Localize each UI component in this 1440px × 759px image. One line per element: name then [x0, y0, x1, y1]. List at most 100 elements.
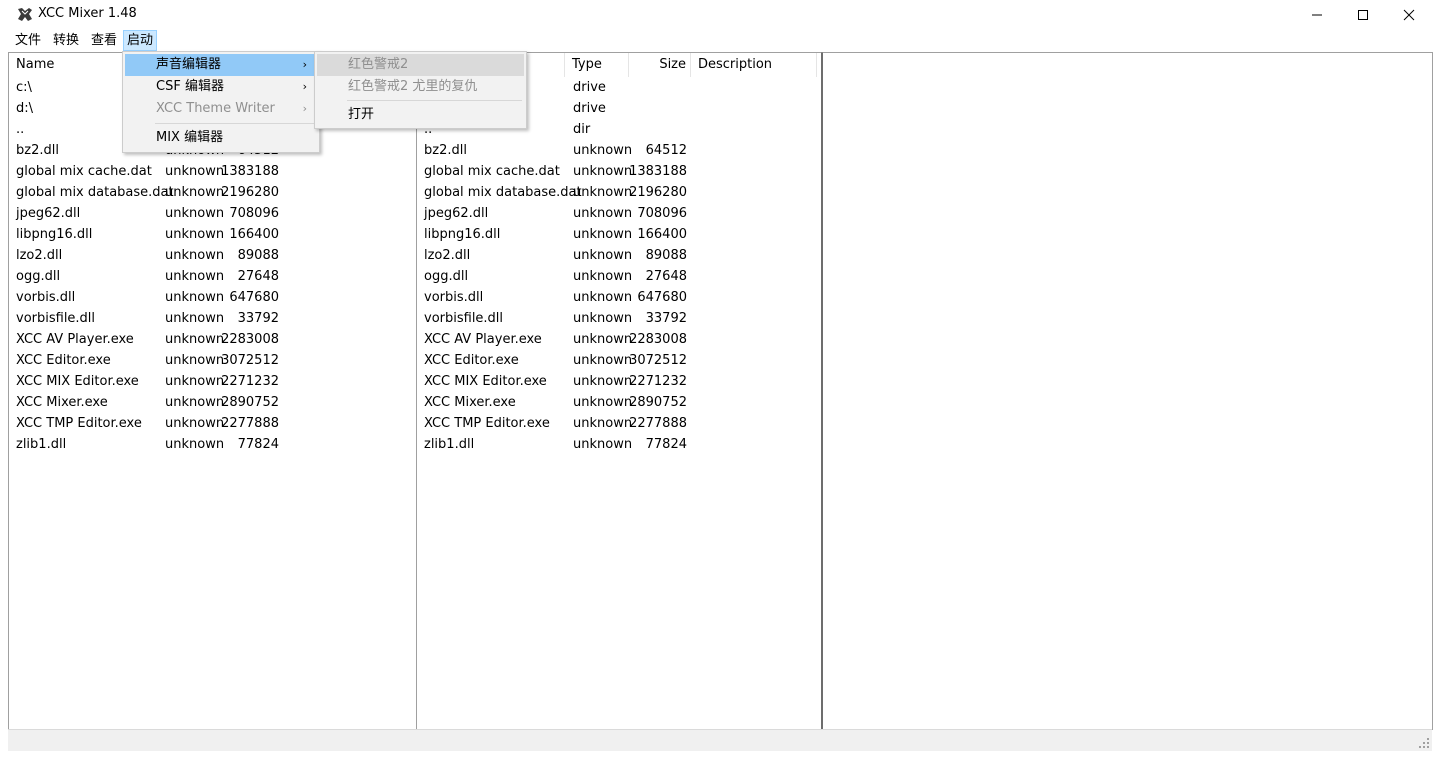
table-row[interactable]: jpeg62.dll unknown 708096 [417, 203, 821, 224]
menu-separator [155, 123, 315, 124]
table-row[interactable]: XCC TMP Editor.exe unknown 2277888 [9, 413, 416, 434]
file-name-cell: vorbis.dll [424, 290, 484, 305]
table-row[interactable]: global mix cache.dat unknown 1383188 [417, 161, 821, 182]
menu-item-xcc-theme-writer[interactable]: XCC Theme Writer › [125, 98, 317, 120]
submenu-item-ra2[interactable]: 红色警戒2 [317, 54, 524, 76]
file-size-cell: 2277888 [629, 416, 687, 431]
close-button[interactable] [1386, 0, 1432, 30]
submenu-item-ra2-yuri[interactable]: 红色警戒2 尤里的复仇 [317, 76, 524, 98]
menu-convert[interactable]: 转换 [50, 31, 82, 50]
file-type-cell: unknown [165, 332, 225, 347]
table-row[interactable]: libpng16.dll unknown 166400 [417, 224, 821, 245]
file-type-cell: unknown [165, 311, 225, 326]
file-type-cell: drive [573, 101, 606, 116]
sound-editor-submenu: 红色警戒2 红色警戒2 尤里的复仇 打开 [314, 51, 527, 129]
file-size-cell: 1383188 [221, 164, 279, 179]
window-title: XCC Mixer 1.48 [38, 6, 137, 21]
file-size-cell: 647680 [229, 290, 279, 305]
submenu-arrow-icon: › [302, 58, 307, 71]
column-header-size[interactable]: Size [629, 53, 691, 77]
left-file-list[interactable]: Name Type Size c:\d:\..bz2.dllunknown645… [8, 52, 417, 730]
table-row[interactable]: jpeg62.dll unknown 708096 [9, 203, 416, 224]
menu-launch[interactable]: 启动 [123, 30, 158, 51]
table-row[interactable]: libpng16.dll unknown 166400 [9, 224, 416, 245]
submenu-item-open[interactable]: 打开 [317, 104, 524, 126]
table-row[interactable]: lzo2.dll unknown 89088 [9, 245, 416, 266]
column-header-description[interactable]: Description [691, 53, 817, 77]
table-row[interactable]: global mix cache.dat unknown 1383188 [9, 161, 416, 182]
file-size-cell: 647680 [637, 290, 687, 305]
file-type-cell: unknown [165, 206, 225, 221]
file-size-cell: 33792 [237, 311, 279, 326]
file-name-cell: zlib1.dll [16, 437, 67, 452]
file-type-cell: unknown [573, 164, 633, 179]
table-row[interactable]: XCC TMP Editor.exe unknown 2277888 [417, 413, 821, 434]
table-row[interactable]: XCC AV Player.exe unknown 2283008 [9, 329, 416, 350]
file-size-cell: 3072512 [221, 353, 279, 368]
file-size-cell: 27648 [237, 269, 279, 284]
menu-item-csf-editor[interactable]: CSF 编辑器 › [125, 76, 317, 98]
file-name-cell: jpeg62.dll [424, 206, 489, 221]
middle-file-list[interactable]: Name Type Size Description drivedrive..d… [416, 52, 822, 730]
table-row[interactable]: global mix database.dat unknown 2196280 [417, 182, 821, 203]
resize-grip-icon[interactable] [1418, 737, 1430, 749]
file-name-cell: libpng16.dll [424, 227, 501, 242]
file-name-cell: vorbisfile.dll [16, 311, 96, 326]
table-row[interactable]: zlib1.dll unknown 77824 [9, 434, 416, 455]
menu-bar: 文件 转换 查看 启动 [0, 30, 1440, 52]
table-row[interactable]: XCC Mixer.exe unknown 2890752 [417, 392, 821, 413]
table-row[interactable]: XCC MIX Editor.exe unknown 2271232 [9, 371, 416, 392]
file-size-cell: 2890752 [221, 395, 279, 410]
file-type-cell: unknown [165, 269, 225, 284]
file-name-cell: vorbisfile.dll [424, 311, 504, 326]
minimize-button[interactable] [1294, 0, 1340, 30]
menu-file[interactable]: 文件 [12, 31, 44, 50]
close-icon [1403, 9, 1415, 21]
file-name-cell: ogg.dll [424, 269, 469, 284]
table-row[interactable]: XCC Editor.exe unknown 3072512 [417, 350, 821, 371]
preview-pane[interactable] [822, 52, 1433, 730]
table-row[interactable]: XCC Editor.exe unknown 3072512 [9, 350, 416, 371]
table-row[interactable]: bz2.dll unknown 64512 [417, 140, 821, 161]
table-row[interactable]: XCC AV Player.exe unknown 2283008 [417, 329, 821, 350]
file-type-cell: unknown [573, 185, 633, 200]
file-name-cell: XCC Editor.exe [424, 353, 519, 368]
menu-item-sound-editor[interactable]: 声音编辑器 › [125, 54, 317, 76]
file-type-cell: unknown [573, 395, 633, 410]
table-row[interactable]: XCC Mixer.exe unknown 2890752 [9, 392, 416, 413]
status-bar [8, 729, 1432, 751]
file-name-cell: d:\ [16, 101, 34, 116]
column-header-type[interactable]: Type [565, 53, 629, 77]
file-name-cell: bz2.dll [16, 143, 59, 158]
table-row[interactable]: XCC MIX Editor.exe unknown 2271232 [417, 371, 821, 392]
file-type-cell: unknown [165, 374, 225, 389]
table-row[interactable]: lzo2.dll unknown 89088 [417, 245, 821, 266]
table-row[interactable]: vorbis.dll unknown 647680 [9, 287, 416, 308]
title-bar[interactable]: XCC Mixer 1.48 [0, 0, 1440, 30]
file-size-cell: 27648 [645, 269, 687, 284]
file-size-cell: 2271232 [221, 374, 279, 389]
table-row[interactable]: vorbisfile.dll unknown 33792 [417, 308, 821, 329]
minimize-icon [1312, 14, 1322, 16]
file-type-cell: unknown [165, 416, 225, 431]
file-size-cell: 89088 [645, 248, 687, 263]
maximize-button[interactable] [1340, 0, 1386, 30]
menu-item-mix-editor[interactable]: MIX 编辑器 [125, 127, 317, 149]
file-size-cell: 2277888 [221, 416, 279, 431]
table-row[interactable]: vorbis.dll unknown 647680 [417, 287, 821, 308]
table-row[interactable]: vorbisfile.dll unknown 33792 [9, 308, 416, 329]
file-type-cell: unknown [573, 269, 633, 284]
app-logo-icon [16, 6, 34, 24]
table-row[interactable]: ogg.dll unknown 27648 [417, 266, 821, 287]
file-name-cell: global mix database.dat [424, 185, 582, 200]
table-row[interactable]: ogg.dll unknown 27648 [9, 266, 416, 287]
table-row[interactable]: global mix database.dat unknown 2196280 [9, 182, 416, 203]
menu-view[interactable]: 查看 [88, 31, 120, 50]
file-name-cell: XCC TMP Editor.exe [424, 416, 550, 431]
file-type-cell: unknown [165, 353, 225, 368]
file-name-cell: jpeg62.dll [16, 206, 81, 221]
submenu-arrow-icon: › [302, 80, 307, 93]
table-row[interactable]: zlib1.dll unknown 77824 [417, 434, 821, 455]
menu-item-label: XCC Theme Writer [156, 101, 275, 116]
file-name-cell: global mix database.dat [16, 185, 174, 200]
